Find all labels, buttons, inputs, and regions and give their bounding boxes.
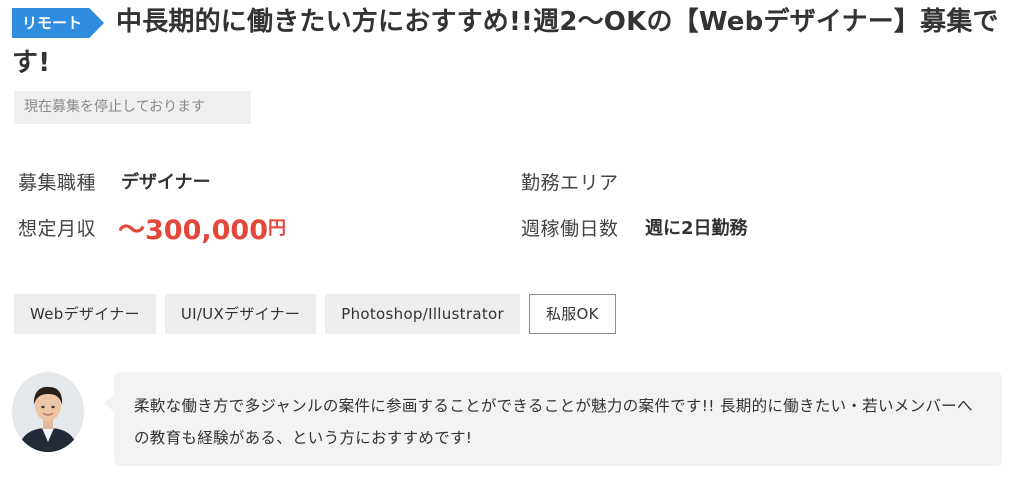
job-header: リモート 中長期的に働きたい方におすすめ!!週2〜OKの【Webデザイナー】募集… <box>12 2 1002 84</box>
recruiter-comment-text: 柔軟な働き方で多ジャンルの案件に参画することができることが魅力の案件です!! 長… <box>134 397 973 447</box>
tag-web-designer: Webデザイナー <box>14 294 156 334</box>
tag-list: Webデザイナー UI/UXデザイナー Photoshop/Illustrato… <box>14 294 616 334</box>
occupation-label: 募集職種 <box>18 171 97 194</box>
salary-unit: 円 <box>267 218 286 239</box>
occupation-value: デザイナー <box>121 172 211 193</box>
occupation-row: 募集職種 デザイナー <box>18 166 211 196</box>
remote-badge: リモート <box>12 8 104 38</box>
person-avatar-icon <box>12 372 84 452</box>
avatar-portrait <box>12 372 84 452</box>
salary-row: 想定月収 〜300,000 円 <box>18 212 286 246</box>
tag-ui-ux-designer: UI/UXデザイナー <box>164 294 317 334</box>
recruitment-status-badge: 現在募集を停止しております <box>14 91 251 124</box>
salary-value: 〜300,000 <box>118 214 268 246</box>
tag-photoshop-illustrator: Photoshop/Illustrator <box>325 294 520 334</box>
workdays-label: 週稼働日数 <box>521 217 619 240</box>
workdays-value: 週に2日勤務 <box>645 218 748 239</box>
work-area-row: 勤務エリア <box>521 166 645 196</box>
workdays-row: 週稼働日数 週に2日勤務 <box>521 212 748 242</box>
tag-casual-dress: 私服OK <box>528 294 616 334</box>
job-title[interactable]: 中長期的に働きたい方におすすめ!!週2〜OKの【Webデザイナー】募集です! <box>12 2 1002 84</box>
work-area-label: 勤務エリア <box>521 171 619 194</box>
recruiter-comment: 柔軟な働き方で多ジャンルの案件に参画することができることが魅力の案件です!! 長… <box>104 372 1002 466</box>
salary-label: 想定月収 <box>18 217 97 240</box>
